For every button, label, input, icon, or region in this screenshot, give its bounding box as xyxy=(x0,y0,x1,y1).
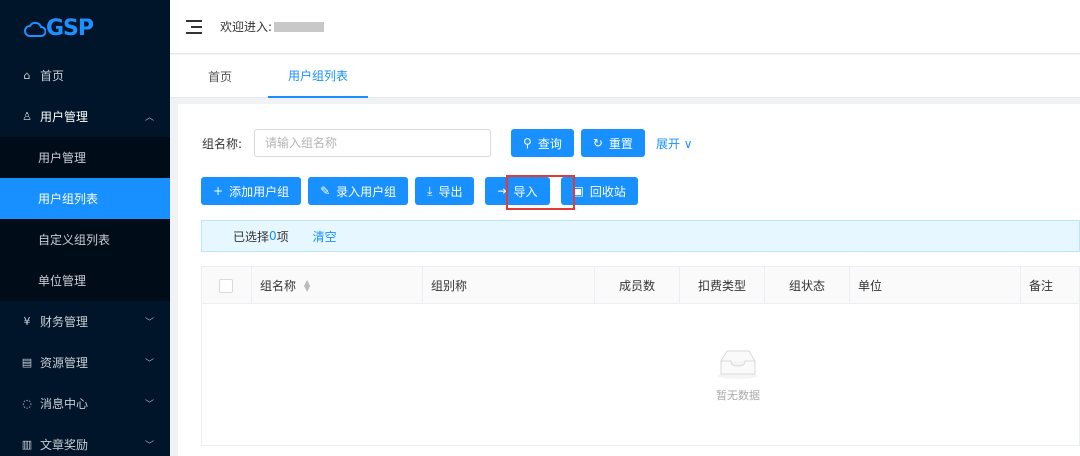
user-submenu: 用户管理 用户组列表 自定义组列表 单位管理 xyxy=(0,137,170,301)
download-icon: ⤓ xyxy=(427,183,433,198)
sidebar-item-label: 资源管理 xyxy=(40,356,89,370)
column-label: 扣费类型 xyxy=(697,279,746,293)
column-label: 备注 xyxy=(1029,279,1054,293)
column-billing-type: 扣费类型 xyxy=(680,267,765,304)
tab-user-group-list[interactable]: 用户组列表 xyxy=(268,55,369,98)
selection-suffix: 项 xyxy=(276,229,289,244)
sidebar-item-home[interactable]: ⌂ 首页 xyxy=(0,55,170,96)
submenu-item-user-group-list[interactable]: 用户组列表 xyxy=(0,178,170,219)
sidebar-item-resource[interactable]: ▤ 资源管理 ﹀ xyxy=(0,342,170,383)
column-group-status: 组状态 xyxy=(765,267,850,304)
message-icon: ◌ xyxy=(22,397,32,410)
export-button-label: 导出 xyxy=(438,184,463,199)
column-group-alias: 组别称 xyxy=(423,267,595,304)
empty-inbox-icon xyxy=(718,350,758,379)
column-member-count: 成员数 xyxy=(595,267,680,304)
add-button-label: 添加用户组 xyxy=(229,184,290,199)
chevron-down-icon: ﹀ xyxy=(144,400,154,410)
search-form: 组名称: ⚲ 查询 ↻ 重置 展开 ∨ xyxy=(202,129,693,157)
reset-button[interactable]: ↻ 重置 xyxy=(580,129,645,157)
search-icon: ⚲ xyxy=(523,136,532,150)
user-icon: ♙ xyxy=(22,110,32,123)
sidebar-item-message[interactable]: ◌ 消息中心 ﹀ xyxy=(0,383,170,424)
query-button[interactable]: ⚲ 查询 xyxy=(511,129,574,157)
chevron-down-icon: ﹀ xyxy=(144,441,154,451)
column-label: 成员数 xyxy=(618,279,655,293)
submenu-item-label: 用户组列表 xyxy=(38,192,99,206)
tab-home[interactable]: 首页 xyxy=(208,55,232,98)
sidebar-item-finance[interactable]: ¥ 财务管理 ﹀ xyxy=(0,301,170,342)
group-name-input[interactable] xyxy=(254,129,492,157)
sort-icon[interactable]: ▲ ▼ xyxy=(304,278,310,292)
select-all-cell xyxy=(202,267,252,304)
column-group-name[interactable]: 组名称 ▲ ▼ xyxy=(252,267,423,304)
refresh-icon: ↻ xyxy=(592,136,603,150)
table-header: 组名称 ▲ ▼ 组别称 成员数 扣费类型 组状态 单位 备注 xyxy=(202,267,1079,304)
column-label: 组状态 xyxy=(788,279,825,293)
content-card: 组名称: ⚲ 查询 ↻ 重置 展开 ∨ + 添加用户组 ✎ 录入用户组 ⤓ 导出… xyxy=(178,104,1080,456)
enter-user-group-button[interactable]: ✎ 录入用户组 xyxy=(308,177,409,205)
sidebar-item-label: 用户管理 xyxy=(40,110,89,124)
submenu-item-unit-management[interactable]: 单位管理 xyxy=(0,260,170,301)
selection-bar: 已选择 0 项 清空 xyxy=(201,220,1080,252)
sidebar-item-label: 首页 xyxy=(40,69,65,83)
enter-button-label: 录入用户组 xyxy=(336,184,397,199)
recycle-button-label: 回收站 xyxy=(589,184,626,199)
expand-label: 展开 xyxy=(655,136,680,151)
reset-button-label: 重置 xyxy=(608,136,633,151)
query-button-label: 查询 xyxy=(537,136,562,151)
column-unit: 单位 xyxy=(850,267,1021,304)
sidebar-item-label: 财务管理 xyxy=(40,315,89,329)
plus-icon: + xyxy=(213,184,224,198)
column-label: 单位 xyxy=(858,279,883,293)
sidebar-item-label: 文章奖励 xyxy=(40,438,89,452)
sidebar-item-label: 消息中心 xyxy=(40,397,89,411)
cloud-logo-icon xyxy=(24,21,46,37)
clear-selection-link[interactable]: 清空 xyxy=(313,228,337,245)
submenu-item-label: 用户管理 xyxy=(38,151,87,165)
sidebar: GSP ⌂ 首页 ♙ 用户管理 ︿ 用户管理 用户组列表 自定义组列表 单位管理… xyxy=(0,0,170,456)
page-tabs: 首页 用户组列表 xyxy=(170,55,1080,98)
logo-text: GSP xyxy=(46,16,94,41)
sidebar-item-article[interactable]: ▥ 文章奖励 ﹀ xyxy=(0,424,170,456)
article-icon: ▥ xyxy=(21,438,33,451)
menu-collapse-icon[interactable] xyxy=(186,19,202,34)
column-remark: 备注 xyxy=(1021,267,1079,304)
submenu-item-label: 单位管理 xyxy=(38,274,87,288)
empty-state: 暂无数据 xyxy=(202,304,1079,445)
submenu-item-label: 自定义组列表 xyxy=(38,233,111,247)
submenu-item-custom-group-list[interactable]: 自定义组列表 xyxy=(0,219,170,260)
edit-icon: ✎ xyxy=(320,184,331,198)
export-button[interactable]: ⤓ 导出 xyxy=(415,177,475,205)
masked-username xyxy=(274,21,325,32)
home-icon: ⌂ xyxy=(23,69,31,82)
selection-count: 0 xyxy=(269,229,277,243)
chevron-down-icon: ﹀ xyxy=(144,359,154,369)
select-all-checkbox[interactable] xyxy=(219,278,233,293)
resource-icon: ▤ xyxy=(21,356,33,369)
column-label: 组别称 xyxy=(431,279,468,293)
column-label: 组名称 xyxy=(260,279,297,293)
finance-icon: ¥ xyxy=(23,315,31,328)
top-header: 欢迎进入: xyxy=(170,0,1080,54)
empty-text: 暂无数据 xyxy=(716,388,760,402)
action-toolbar: + 添加用户组 ✎ 录入用户组 ⤓ 导出 ⇥ 导入 ▣ 回收站 xyxy=(201,177,645,205)
chevron-down-icon: ﹀ xyxy=(144,318,154,328)
selection-prefix: 已选择 xyxy=(233,229,270,244)
chevron-down-icon: ∨ xyxy=(683,136,693,151)
sidebar-item-user-management[interactable]: ♙ 用户管理 ︿ xyxy=(0,96,170,137)
group-name-label: 组名称: xyxy=(202,136,243,151)
user-group-table: 组名称 ▲ ▼ 组别称 成员数 扣费类型 组状态 单位 备注 暂无数据 xyxy=(201,266,1080,446)
import-highlight-box xyxy=(506,175,575,210)
chevron-up-icon: ︿ xyxy=(144,113,154,123)
welcome-text: 欢迎进入: xyxy=(220,20,273,34)
logo: GSP xyxy=(0,0,170,57)
submenu-item-user-management[interactable]: 用户管理 xyxy=(0,137,170,178)
expand-toggle[interactable]: 展开 ∨ xyxy=(656,135,693,152)
add-user-group-button[interactable]: + 添加用户组 xyxy=(201,177,302,205)
